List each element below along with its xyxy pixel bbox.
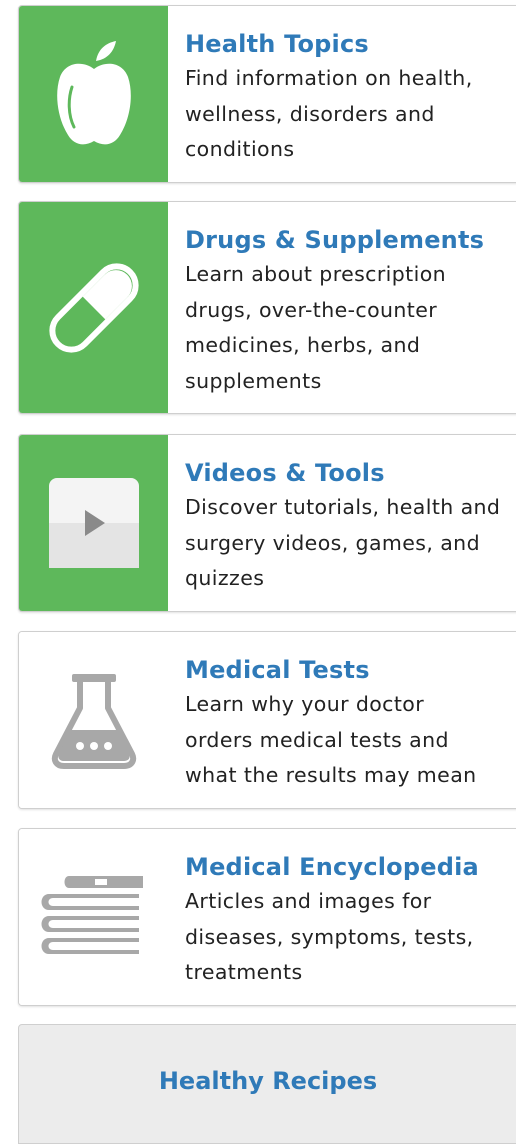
card-title[interactable]: Videos & Tools [185,457,516,490]
medical-encyclopedia-icon-box [19,829,168,1005]
card-title[interactable]: Drugs & Supplements [185,224,516,257]
medical-tests-card[interactable]: Medical Tests Learn why your doctor orde… [18,631,516,809]
health-topics-card[interactable]: Health Topics Find information on health… [18,5,516,183]
video-play-icon [48,478,139,568]
card-description: Learn why your doctor orders medical tes… [185,692,477,787]
card-title[interactable]: Medical Tests [185,654,516,687]
healthy-recipes-link[interactable]: Healthy Recipes [19,1065,516,1098]
health-topics-icon-box [19,6,168,182]
videos-tools-card[interactable]: Videos & Tools Discover tutorials, healt… [18,434,516,612]
book-stack-icon [41,876,143,954]
medical-tests-icon-box [19,632,168,808]
card-description: Articles and images for diseases, sympto… [185,889,474,984]
card-title[interactable]: Medical Encyclopedia [185,851,516,884]
videos-tools-icon-box [19,435,168,611]
pill-capsule-icon [48,262,139,353]
drugs-supplements-icon-box [19,202,168,413]
lab-flask-icon [51,674,136,769]
medical-encyclopedia-card[interactable]: Medical Encyclopedia Articles and images… [18,828,516,1006]
card-description: Learn about prescription drugs, over-the… [185,262,447,393]
healthy-recipes-card[interactable]: Healthy Recipes [18,1024,516,1144]
card-title[interactable]: Health Topics [185,28,516,61]
drugs-supplements-card[interactable]: Drugs & Supplements Learn about prescrip… [18,201,516,414]
apple-icon [56,41,131,145]
card-description: Find information on health, wellness, di… [185,66,473,161]
card-description: Discover tutorials, health and surgery v… [185,495,501,590]
